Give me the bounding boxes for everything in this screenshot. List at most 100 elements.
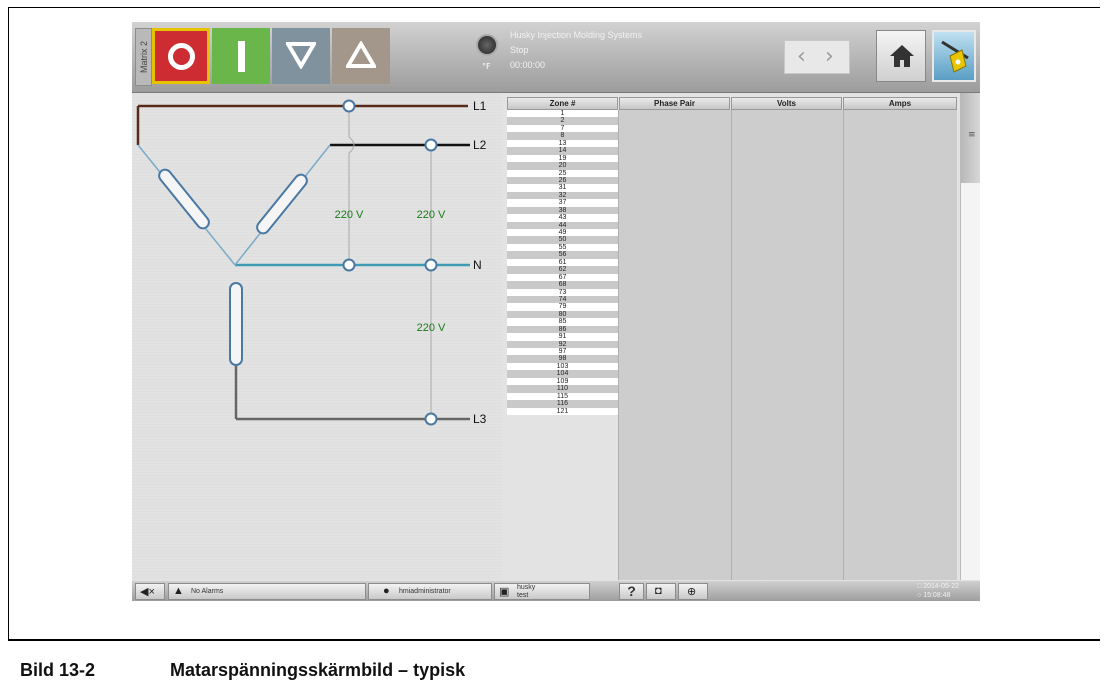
zone-cell[interactable]: 80: [507, 310, 618, 319]
amps-column: [843, 110, 957, 580]
zone-cell[interactable]: 44: [507, 221, 618, 229]
zone-cell[interactable]: 49: [507, 229, 618, 237]
stop-icon: [168, 43, 195, 70]
zone-cell[interactable]: 104: [507, 370, 618, 378]
mold-icon: ▣: [499, 586, 510, 598]
warning-icon: ▲: [173, 585, 184, 597]
home-button[interactable]: [876, 30, 926, 82]
zone-cell[interactable]: 32: [507, 191, 618, 200]
status-state: Stop: [510, 45, 529, 55]
zone-cell[interactable]: 50: [507, 236, 618, 244]
voltage-l1-n: 220 V: [335, 209, 364, 221]
zone-cell[interactable]: 92: [507, 340, 618, 348]
col-header-phase-pair[interactable]: Phase Pair: [619, 97, 730, 110]
status-company: Husky Injection Molding Systems: [510, 30, 643, 40]
login-button[interactable]: [932, 30, 976, 82]
col-header-volts[interactable]: Volts: [731, 97, 842, 110]
zone-cell[interactable]: 26: [507, 176, 618, 185]
stop-button[interactable]: [152, 28, 210, 84]
zone-cell[interactable]: 8: [507, 132, 618, 140]
zone-cell[interactable]: 74: [507, 295, 618, 304]
user-button[interactable]: ● hmiadministrator: [368, 583, 492, 600]
zone-cell[interactable]: 98: [507, 355, 618, 363]
speaker-mute-icon: ◀×: [140, 586, 155, 598]
help-button[interactable]: ?: [619, 583, 644, 600]
temperature-unit: °F: [482, 62, 491, 71]
zone-voltage-table: Zone # Phase Pair Volts Amps 1 2 7 8 13 14 19 2…: [507, 97, 957, 580]
zone-cell[interactable]: 62: [507, 266, 618, 274]
alarms-label: No Alarms: [191, 588, 224, 595]
zone-cell[interactable]: 121: [507, 407, 618, 415]
zone-cell[interactable]: 68: [507, 281, 618, 289]
zone-cell[interactable]: 67: [507, 273, 618, 282]
scroll-thumb[interactable]: ≡: [961, 93, 980, 183]
zone-cell[interactable]: 19: [507, 154, 618, 163]
globe-icon: ⊕: [687, 586, 697, 598]
zone-cell[interactable]: 116: [507, 400, 618, 408]
zone-cell[interactable]: 85: [507, 318, 618, 326]
triangle-down-icon: [286, 42, 316, 69]
calendar-icon: □: [917, 583, 922, 590]
zone-cell[interactable]: 31: [507, 184, 618, 192]
zone-cell[interactable]: 86: [507, 325, 618, 334]
label-l1: L1: [473, 99, 487, 113]
junction-l1: [342, 99, 356, 113]
zone-cell[interactable]: 103: [507, 362, 618, 371]
home-icon: [890, 45, 914, 67]
zone-cell[interactable]: 1: [507, 110, 618, 118]
user-label: hmiadministrator: [399, 588, 451, 595]
start-button[interactable]: [212, 28, 270, 84]
phase-pair-column: [618, 110, 731, 580]
forward-arrow-icon[interactable]: ›: [825, 44, 834, 69]
zone-cell[interactable]: 55: [507, 243, 618, 252]
time-display: ○ 15:08:48: [917, 591, 959, 600]
voltage-l2-n: 220 V: [417, 209, 446, 221]
col-header-zone[interactable]: Zone #: [507, 97, 618, 110]
screenshot-button[interactable]: ◘: [646, 583, 676, 600]
time-value: 15:08:48: [923, 592, 951, 599]
zone-cell[interactable]: 20: [507, 162, 618, 170]
back-arrow-icon[interactable]: ‹: [797, 44, 806, 69]
zone-cell[interactable]: 97: [507, 348, 618, 356]
label-n: N: [473, 258, 482, 272]
zone-cell[interactable]: 56: [507, 251, 618, 259]
junction-n-1: [342, 258, 356, 272]
zone-cell[interactable]: 38: [507, 206, 618, 215]
zone-cell[interactable]: 115: [507, 392, 618, 401]
zone-cell[interactable]: 79: [507, 303, 618, 311]
user-login-icon: [941, 40, 969, 73]
zone-cell[interactable]: 14: [507, 147, 618, 155]
mute-button[interactable]: ◀×: [135, 583, 165, 600]
junction-n-2: [424, 258, 438, 272]
heater-indicator-icon: [476, 34, 498, 56]
increase-button[interactable]: [332, 28, 390, 84]
zone-cell[interactable]: 37: [507, 199, 618, 207]
zone-cell[interactable]: 2: [507, 117, 618, 125]
zone-cell[interactable]: 73: [507, 288, 618, 296]
mold-sub: test: [517, 592, 529, 599]
junction-l2: [424, 138, 438, 152]
grip-icon: ≡: [968, 130, 976, 140]
heater-status-button[interactable]: °F: [472, 28, 504, 84]
label-l3: L3: [473, 412, 487, 426]
zone-cell[interactable]: 13: [507, 139, 618, 148]
zone-cell[interactable]: 43: [507, 214, 618, 222]
zone-cell[interactable]: 61: [507, 258, 618, 267]
table-scrollbar[interactable]: ≡: [960, 93, 980, 580]
language-button[interactable]: ⊕: [678, 583, 708, 600]
figure-caption: Bild 13-2 Matarspänningsskärmbild – typis…: [20, 660, 465, 681]
zone-cell[interactable]: 109: [507, 377, 618, 386]
zone-cell[interactable]: 110: [507, 385, 618, 393]
mold-name: husky: [517, 584, 536, 591]
decrease-button[interactable]: [272, 28, 330, 84]
zone-cell[interactable]: 91: [507, 333, 618, 341]
col-header-amps[interactable]: Amps: [843, 97, 957, 110]
mold-button[interactable]: ▣ husky test: [494, 583, 590, 600]
label-l2: L2: [473, 138, 487, 152]
alarms-button[interactable]: ▲ No Alarms: [168, 583, 366, 600]
coil-l3: [229, 282, 243, 366]
voltage-n-l3: 220 V: [417, 322, 446, 334]
zone-cell[interactable]: 25: [507, 169, 618, 177]
matrix-side-tab[interactable]: Matrix 2: [135, 28, 152, 86]
zone-cell[interactable]: 7: [507, 124, 618, 133]
